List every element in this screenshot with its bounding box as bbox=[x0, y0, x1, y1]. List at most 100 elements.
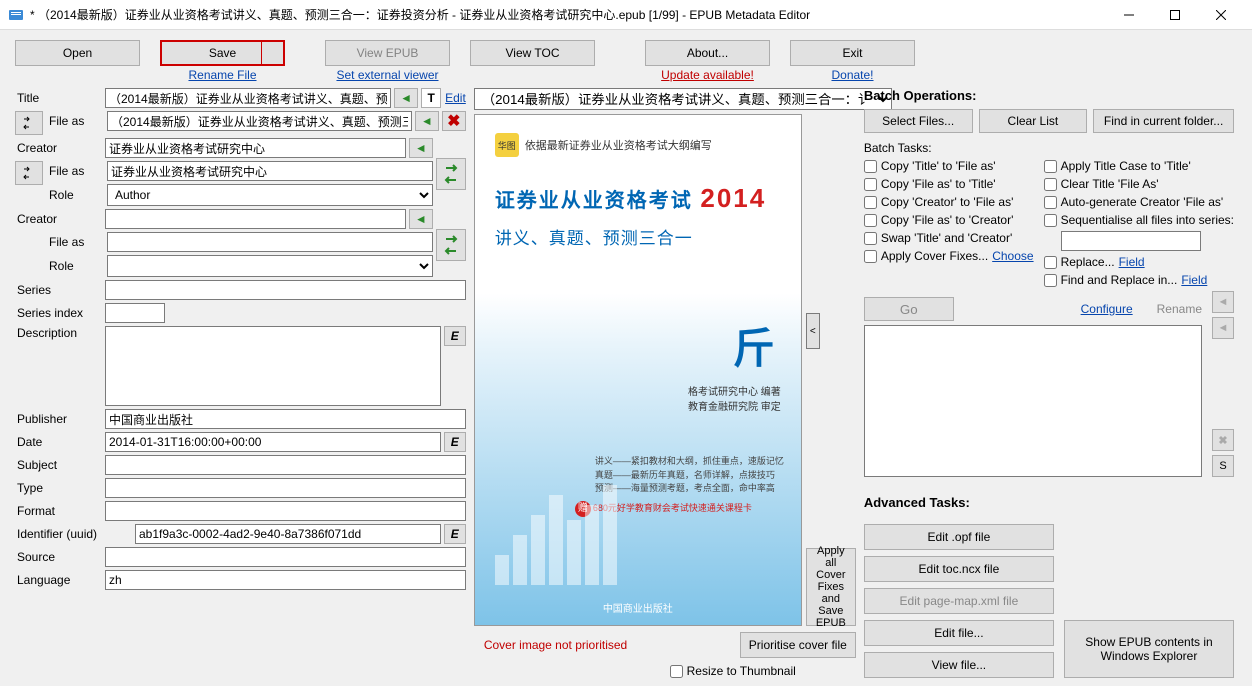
title-fileas-delete-button[interactable]: ✖ bbox=[442, 111, 466, 131]
title-label: Title bbox=[15, 91, 105, 105]
date-e-button[interactable]: E bbox=[444, 432, 466, 452]
edit-file-button[interactable]: Edit file... bbox=[864, 620, 1054, 646]
source-input[interactable] bbox=[105, 547, 466, 567]
close-button[interactable] bbox=[1198, 0, 1244, 30]
creator1-fileas-input[interactable] bbox=[107, 161, 433, 181]
creator1-reorder-button[interactable] bbox=[15, 161, 43, 185]
replace-field-link[interactable]: Field bbox=[1119, 255, 1145, 269]
rename-link-disabled: Rename bbox=[1157, 302, 1202, 316]
titlebar: * （2014最新版）证券业从业资格考试讲义、真题、预测三合一：证券投资分析 -… bbox=[0, 0, 1252, 30]
donate-link[interactable]: Donate! bbox=[790, 68, 915, 82]
creator2-role-select[interactable] bbox=[107, 255, 433, 277]
choose-link[interactable]: Choose bbox=[992, 249, 1033, 263]
metadata-form: Title ◄ T Edit File as ◄ ✖ bbox=[15, 88, 466, 678]
identifier-e-button[interactable]: E bbox=[444, 524, 466, 544]
find-in-folder-button[interactable]: Find in current folder... bbox=[1093, 109, 1234, 133]
chk-copy-creator-fileas[interactable] bbox=[864, 196, 877, 209]
series-index-input[interactable] bbox=[105, 303, 165, 323]
chk-swap-title-creator[interactable] bbox=[864, 232, 877, 245]
cover-logo: 华图 bbox=[495, 133, 519, 157]
identifier-input[interactable] bbox=[135, 524, 441, 544]
type-input[interactable] bbox=[105, 478, 466, 498]
title-fileas-input[interactable] bbox=[107, 111, 412, 131]
minimize-button[interactable] bbox=[1106, 0, 1152, 30]
prioritise-cover-button[interactable]: Prioritise cover file bbox=[740, 632, 856, 658]
resize-thumbnail-checkbox[interactable] bbox=[670, 665, 683, 678]
format-label: Format bbox=[15, 504, 105, 518]
chk-replace[interactable] bbox=[1044, 256, 1057, 269]
findreplace-field-link[interactable]: Field bbox=[1181, 273, 1207, 287]
chk-copy-title-fileas[interactable] bbox=[864, 160, 877, 173]
creator1-input[interactable] bbox=[105, 138, 406, 158]
creator1-role-select[interactable]: Author bbox=[107, 184, 433, 206]
description-e-button[interactable]: E bbox=[444, 326, 466, 346]
format-input[interactable] bbox=[105, 501, 466, 521]
title-input[interactable] bbox=[105, 88, 391, 108]
collapse-handle[interactable]: < bbox=[806, 313, 820, 349]
cover-not-prioritised-msg: Cover image not prioritised bbox=[474, 638, 627, 652]
log-textarea[interactable] bbox=[864, 325, 1202, 477]
apply-all-cover-fixes-button[interactable]: Apply all Cover Fixes and Save EPUB bbox=[806, 548, 856, 626]
chk-copy-fileas-creator[interactable] bbox=[864, 214, 877, 227]
edit-pagemap-button[interactable]: Edit page-map.xml file bbox=[864, 588, 1054, 614]
publisher-input[interactable] bbox=[105, 409, 466, 429]
series-input[interactable] bbox=[105, 280, 466, 300]
chk-apply-cover-fixes[interactable] bbox=[864, 250, 877, 263]
go-button[interactable]: Go bbox=[864, 297, 954, 321]
subject-input[interactable] bbox=[105, 455, 466, 475]
exit-button[interactable]: Exit bbox=[790, 40, 915, 66]
view-epub-button[interactable]: View EPUB bbox=[325, 40, 450, 66]
set-external-viewer-link[interactable]: Set external viewer bbox=[325, 68, 450, 82]
log-s-button[interactable]: S bbox=[1212, 455, 1234, 477]
chk-find-replace[interactable] bbox=[1044, 274, 1057, 287]
about-button[interactable]: About... bbox=[645, 40, 770, 66]
creator1-swap-button[interactable] bbox=[436, 158, 466, 190]
log-left-button[interactable]: ◄ bbox=[1212, 291, 1234, 313]
title-copy-button[interactable]: ◄ bbox=[394, 88, 418, 108]
creator2-fileas-input[interactable] bbox=[107, 232, 433, 252]
creator1-role-label: Role bbox=[47, 188, 107, 202]
chk-sequentialise[interactable] bbox=[1044, 214, 1057, 227]
view-file-button[interactable]: View file... bbox=[864, 652, 1054, 678]
creator2-input[interactable] bbox=[105, 209, 406, 229]
cover-preview: 华图 依据最新证券业从业资格考试大纲编写 证券业从业资格考试 2014 讲义、真… bbox=[474, 114, 802, 626]
app-icon bbox=[8, 7, 24, 23]
show-contents-button[interactable]: Show EPUB contents in Windows Explorer bbox=[1064, 620, 1234, 678]
log-left2-button[interactable]: ◄ bbox=[1212, 317, 1234, 339]
creator2-fileas-label: File as bbox=[47, 235, 107, 249]
language-input[interactable] bbox=[105, 570, 466, 590]
update-available-link[interactable]: Update available! bbox=[645, 68, 770, 82]
date-input[interactable] bbox=[105, 432, 441, 452]
log-x-button[interactable]: ✖ bbox=[1212, 429, 1234, 451]
rename-file-link[interactable]: Rename File bbox=[160, 68, 285, 82]
title-reorder-button[interactable] bbox=[15, 111, 43, 135]
series-index-label: Series index bbox=[15, 306, 105, 320]
maximize-button[interactable] bbox=[1152, 0, 1198, 30]
cover-title: 证券业从业资格考试 bbox=[495, 190, 693, 212]
edit-toc-button[interactable]: Edit toc.ncx file bbox=[864, 556, 1054, 582]
configure-link[interactable]: Configure bbox=[1081, 302, 1133, 316]
edit-opf-button[interactable]: Edit .opf file bbox=[864, 524, 1054, 550]
publisher-label: Publisher bbox=[15, 412, 105, 426]
title-fileas-copy-button[interactable]: ◄ bbox=[415, 111, 439, 131]
title-edit-link[interactable]: Edit bbox=[445, 91, 466, 105]
sequentialise-input[interactable] bbox=[1061, 231, 1201, 251]
creator2-copy-button[interactable]: ◄ bbox=[409, 209, 433, 229]
cover-glyph: 斤 bbox=[733, 315, 775, 376]
description-input[interactable] bbox=[105, 326, 441, 406]
chk-copy-fileas-title[interactable] bbox=[864, 178, 877, 191]
file-selector[interactable]: （2014最新版）证券业从业资格考试讲义、真题、预测三合一：讠 bbox=[474, 88, 892, 110]
clear-list-button[interactable]: Clear List bbox=[979, 109, 1088, 133]
chk-autogen-creator-fileas[interactable] bbox=[1044, 196, 1057, 209]
save-button[interactable]: Save bbox=[160, 40, 285, 66]
chk-clear-title-fileas[interactable] bbox=[1044, 178, 1057, 191]
title-t-button[interactable]: T bbox=[421, 88, 441, 108]
creator1-label: Creator bbox=[15, 141, 105, 155]
creator1-copy-button[interactable]: ◄ bbox=[409, 138, 433, 158]
select-files-button[interactable]: Select Files... bbox=[864, 109, 973, 133]
open-button[interactable]: Open bbox=[15, 40, 140, 66]
language-label: Language bbox=[15, 573, 105, 587]
chk-title-case[interactable] bbox=[1044, 160, 1057, 173]
creator2-swap-button[interactable] bbox=[436, 229, 466, 261]
view-toc-button[interactable]: View TOC bbox=[470, 40, 595, 66]
